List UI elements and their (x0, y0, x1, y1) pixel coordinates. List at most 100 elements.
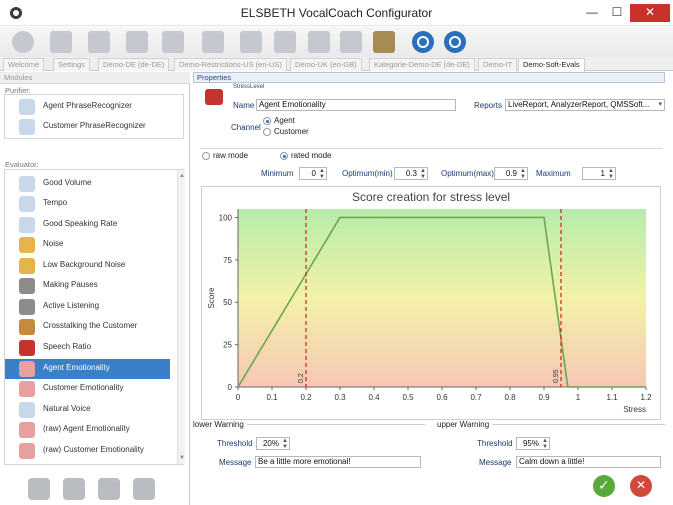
add-button[interactable] (28, 478, 50, 500)
power-icon[interactable] (12, 31, 34, 53)
list-item[interactable]: Agent PhraseRecognizer (5, 97, 170, 117)
scroll-down-icon[interactable]: ▼ (179, 455, 185, 461)
list-item[interactable]: Natural Voice (5, 400, 170, 420)
x-tick-label: 1.1 (606, 393, 618, 402)
document-icon[interactable] (50, 31, 72, 53)
spinner-arrows-icon: ▲ ▼ (282, 438, 288, 450)
heart-meter-icon (19, 443, 35, 459)
x-tick-label: 1 (576, 393, 581, 402)
raw-mode-radio[interactable] (202, 152, 210, 160)
list-item[interactable]: Active Listening (5, 297, 170, 317)
channel-agent-label: Agent (274, 116, 295, 125)
stopwatch-icon (19, 299, 35, 315)
list-item[interactable]: (raw) Customer Emotionality (5, 441, 170, 461)
upper-warning-title: upper Warning (437, 420, 493, 429)
y-tick-label: 50 (223, 298, 232, 307)
list-item-selected[interactable]: Agent Emotionality (5, 359, 170, 379)
list-item[interactable]: Customer PhraseRecognizer (5, 117, 170, 137)
list-item[interactable]: Customer Emotionality (5, 379, 170, 399)
toolbox-icon[interactable] (373, 31, 395, 53)
minimize-button[interactable]: — (580, 4, 604, 22)
list-item[interactable]: (raw) Agent Emotionality (5, 420, 170, 440)
tab-kategorie-demo-de[interactable]: Kategorie-Demo-DE (de-DE) (369, 58, 475, 71)
move-updown-button[interactable] (133, 478, 155, 500)
tab-settings[interactable]: Settings (53, 58, 91, 71)
maximum-label: Maximum (536, 169, 571, 178)
spinner-arrows-icon: ▲ ▼ (542, 438, 548, 450)
close-button[interactable]: ✕ (630, 4, 670, 22)
window-title: ELSBETH VocalCoach Configurator (240, 6, 433, 20)
lower-threshold-spinner[interactable]: 20% ▲ ▼ (256, 437, 290, 450)
list-item[interactable]: Speech Ratio (5, 338, 170, 358)
cancel-button[interactable] (630, 475, 652, 497)
x-tick-label: 0.4 (368, 393, 380, 402)
list-item[interactable]: Tempo (5, 194, 170, 214)
tab-welcome[interactable]: Welcome (3, 58, 45, 71)
trophy-icon[interactable] (162, 31, 184, 53)
module-check-icon[interactable] (340, 31, 362, 53)
upper-threshold-spinner[interactable]: 95% ▲ ▼ (516, 437, 550, 450)
name-label: Name (233, 101, 255, 110)
help-icon[interactable] (412, 31, 434, 53)
lower-threshold-label: Threshold (217, 439, 253, 448)
spinner-arrows-icon: ▲ ▼ (420, 168, 426, 180)
speech-ratio-icon (19, 340, 35, 356)
tab-demo-uk[interactable]: Demo-UK (en-GB) (290, 58, 362, 71)
list-item[interactable]: Good Speaking Rate (5, 215, 170, 235)
name-field[interactable]: Agent Emotionality (256, 99, 456, 111)
edit-button[interactable] (98, 478, 120, 500)
y-tick-label: 75 (223, 256, 232, 265)
upper-warning-section: upper Warning Threshold 95% ▲ ▼ Message C… (437, 420, 665, 470)
list-item[interactable]: Low Background Noise (5, 256, 170, 276)
spinner-arrows-icon: ▲ ▼ (608, 168, 614, 180)
channel-customer-radio[interactable] (263, 128, 271, 136)
tab-demo-it[interactable]: Demo-IT (478, 58, 518, 71)
upper-threshold-value: 95% (522, 439, 539, 448)
modules-pane: Modules Purifier: Agent PhraseRecognizer… (0, 72, 190, 505)
tab-demo-de[interactable]: Demo-DE (de-DE) (98, 58, 170, 71)
properties-pane: Properties StressLevel Name Agent Emotio… (193, 72, 673, 505)
list-item[interactable]: Good Volume (5, 174, 170, 194)
documents-icon[interactable] (88, 31, 110, 53)
maximize-button[interactable]: ☐ (605, 4, 629, 22)
module-copy-icon[interactable] (240, 31, 262, 53)
y-tick-label: 100 (219, 213, 233, 222)
stopwatch-icon (19, 278, 35, 294)
x-tick-label: 0.5 (402, 393, 414, 402)
remove-button[interactable] (63, 478, 85, 500)
maximum-spinner[interactable]: 1 ▲ ▼ (582, 167, 616, 180)
x-tick-label: 0.2 (300, 393, 312, 402)
rated-mode-radio[interactable] (280, 152, 288, 160)
chart-title: Score creation for stress level (351, 190, 511, 204)
list-item[interactable]: Making Pauses (5, 276, 170, 296)
tempo-icon (19, 196, 35, 212)
image-icon[interactable] (126, 31, 148, 53)
x-tick-label: 1.2 (640, 393, 652, 402)
info-icon[interactable] (444, 31, 466, 53)
upper-threshold-label: Threshold (477, 439, 513, 448)
purifier-list: Agent PhraseRecognizer Customer PhraseRe… (4, 94, 184, 139)
lower-message-field[interactable]: Be a little more emotional! (255, 456, 421, 468)
minimum-spinner[interactable]: 0 ▲ ▼ (299, 167, 327, 180)
natural-voice-icon (19, 402, 35, 418)
module-edit-icon[interactable] (274, 31, 296, 53)
tab-demo-restrictions-us[interactable]: Demo-Restrictions-US (en-US) (174, 58, 287, 71)
module-settings-icon[interactable] (308, 31, 330, 53)
heart-meter-icon (19, 422, 35, 438)
module-add-icon[interactable] (202, 31, 224, 53)
optimum-min-spinner[interactable]: 0.3 ▲ ▼ (394, 167, 428, 180)
list-item[interactable]: Crosstalking the Customer (5, 317, 170, 337)
lower-warning-title: lower Warning (193, 420, 247, 429)
chart-canvas: 0 0.1 0.2 0.3 0.4 0.5 0.6 0.7 0.8 0.9 1 1.1 1.2 0 25 50… (207, 209, 652, 414)
channel-customer-label: Customer (274, 127, 309, 136)
document-tabs: Welcome Settings Demo-DE (de-DE) Demo-Re… (0, 57, 673, 72)
list-item[interactable]: Noise (5, 235, 170, 255)
channel-agent-radio[interactable] (263, 117, 271, 125)
optimum-max-spinner[interactable]: 0.9 ▲ ▼ (494, 167, 528, 180)
reports-select[interactable]: LiveReport, AnalyzerReport, QMSSoft... ▾ (505, 99, 665, 111)
upper-message-field[interactable]: Calm down a little! (516, 456, 661, 468)
tab-demo-soft-evals[interactable]: Demo-Soft-Evals (518, 58, 585, 72)
ok-button[interactable] (593, 475, 615, 497)
evaluator-scrollbar[interactable]: ▲ ▼ (177, 170, 185, 464)
scroll-up-icon[interactable]: ▲ (179, 173, 185, 179)
